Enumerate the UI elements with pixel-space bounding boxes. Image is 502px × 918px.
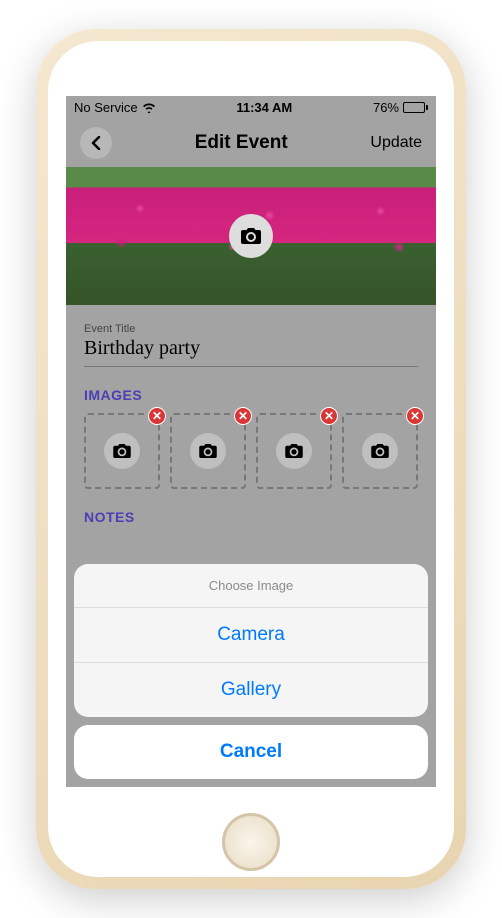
status-right: 76% <box>373 100 428 115</box>
battery-icon <box>403 102 428 113</box>
chevron-left-icon <box>90 136 102 150</box>
update-button[interactable]: Update <box>370 134 422 152</box>
home-button[interactable] <box>222 813 280 871</box>
action-sheet-group: Choose Image Camera Gallery <box>74 564 428 717</box>
notes-section-label: NOTES <box>84 509 418 525</box>
action-sheet: Choose Image Camera Gallery Cancel <box>66 556 436 787</box>
change-hero-image-button[interactable] <box>229 214 273 258</box>
remove-image-button[interactable]: ✕ <box>148 407 166 425</box>
page-title: Edit Event <box>195 132 288 154</box>
form-section: Event Title Birthday party IMAGES ✕ ✕ <box>66 305 436 553</box>
camera-icon <box>276 433 312 469</box>
wifi-icon <box>142 102 156 113</box>
event-title-label: Event Title <box>84 323 418 335</box>
phone-inner: No Service 11:34 AM 76% <box>48 41 454 877</box>
cancel-button[interactable]: Cancel <box>74 725 428 779</box>
remove-image-button[interactable]: ✕ <box>234 407 252 425</box>
image-slot[interactable]: ✕ <box>342 413 418 489</box>
images-row: ✕ ✕ ✕ <box>84 413 418 489</box>
back-button[interactable] <box>80 127 112 159</box>
nav-bar: Edit Event Update <box>66 119 436 167</box>
hero-image <box>66 167 436 305</box>
remove-image-button[interactable]: ✕ <box>406 407 424 425</box>
camera-icon <box>104 433 140 469</box>
camera-icon <box>241 228 261 244</box>
camera-option[interactable]: Camera <box>74 607 428 662</box>
event-title-input[interactable]: Birthday party <box>84 337 418 367</box>
remove-image-button[interactable]: ✕ <box>320 407 338 425</box>
camera-icon <box>190 433 226 469</box>
screen: No Service 11:34 AM 76% <box>66 96 436 787</box>
status-time: 11:34 AM <box>236 100 292 115</box>
image-slot[interactable]: ✕ <box>256 413 332 489</box>
battery-percent: 76% <box>373 100 399 115</box>
status-left: No Service <box>74 100 156 115</box>
status-bar: No Service 11:34 AM 76% <box>66 96 436 119</box>
carrier-text: No Service <box>74 100 138 115</box>
action-sheet-title: Choose Image <box>74 564 428 607</box>
gallery-option[interactable]: Gallery <box>74 662 428 717</box>
image-slot[interactable]: ✕ <box>84 413 160 489</box>
image-slot[interactable]: ✕ <box>170 413 246 489</box>
images-section-label: IMAGES <box>84 387 418 403</box>
phone-frame: No Service 11:34 AM 76% <box>36 29 466 889</box>
camera-icon <box>362 433 398 469</box>
